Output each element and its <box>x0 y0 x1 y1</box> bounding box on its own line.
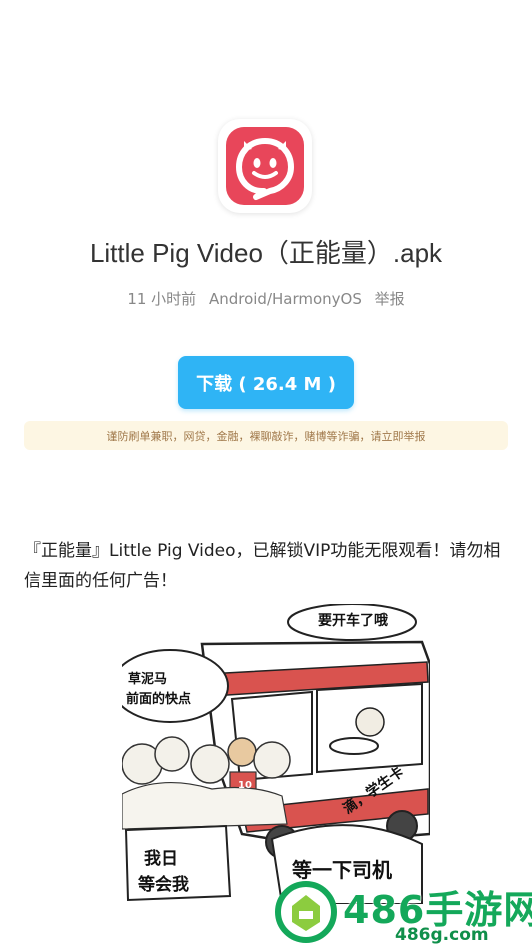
platform-label: Android/HarmonyOS <box>208 290 362 308</box>
comic-bubble-bottom-left-2: 等会我 <box>138 875 189 895</box>
download-button[interactable]: 下载 ( 26.4 M ) <box>178 356 354 409</box>
updated-time: 11 小时前 <box>127 290 197 308</box>
comic-bubble-top: 要开车了哦 <box>318 613 388 629</box>
screenshot-comic-image: 要开车了哦 草泥马 前面的快点 10 滴，学生卡 我日 等会我 等一下司机 <box>122 604 430 904</box>
comic-bubble-left-2: 前面的快点 <box>126 692 192 707</box>
486-logo-icon <box>275 881 337 943</box>
app-title: Little Pig Video（正能量）.apk <box>89 238 443 268</box>
app-meta: 11 小时前 Android/HarmonyOS 举报 <box>0 288 532 309</box>
app-description: 『正能量』Little Pig Video，已解锁VIP功能无限观看！请勿相信里… <box>24 541 501 591</box>
comic-bubble-bottom-left-1: 我日 <box>144 849 178 869</box>
report-link[interactable]: 举报 <box>375 290 405 308</box>
comic-shirt-number: 10 <box>238 780 252 791</box>
watermark-sub-text: 486g.com <box>395 925 489 945</box>
watermark-logo: 486手游网 486g.com <box>275 877 532 947</box>
app-icon-container <box>218 119 312 213</box>
comic-bubble-left-1: 草泥马 <box>128 672 168 687</box>
fraud-warning-banner: 谨防刷单兼职，网贷，金融，裸聊敲诈，赌博等诈骗，请立即举报 <box>24 421 508 450</box>
pig-face-icon <box>226 127 304 205</box>
